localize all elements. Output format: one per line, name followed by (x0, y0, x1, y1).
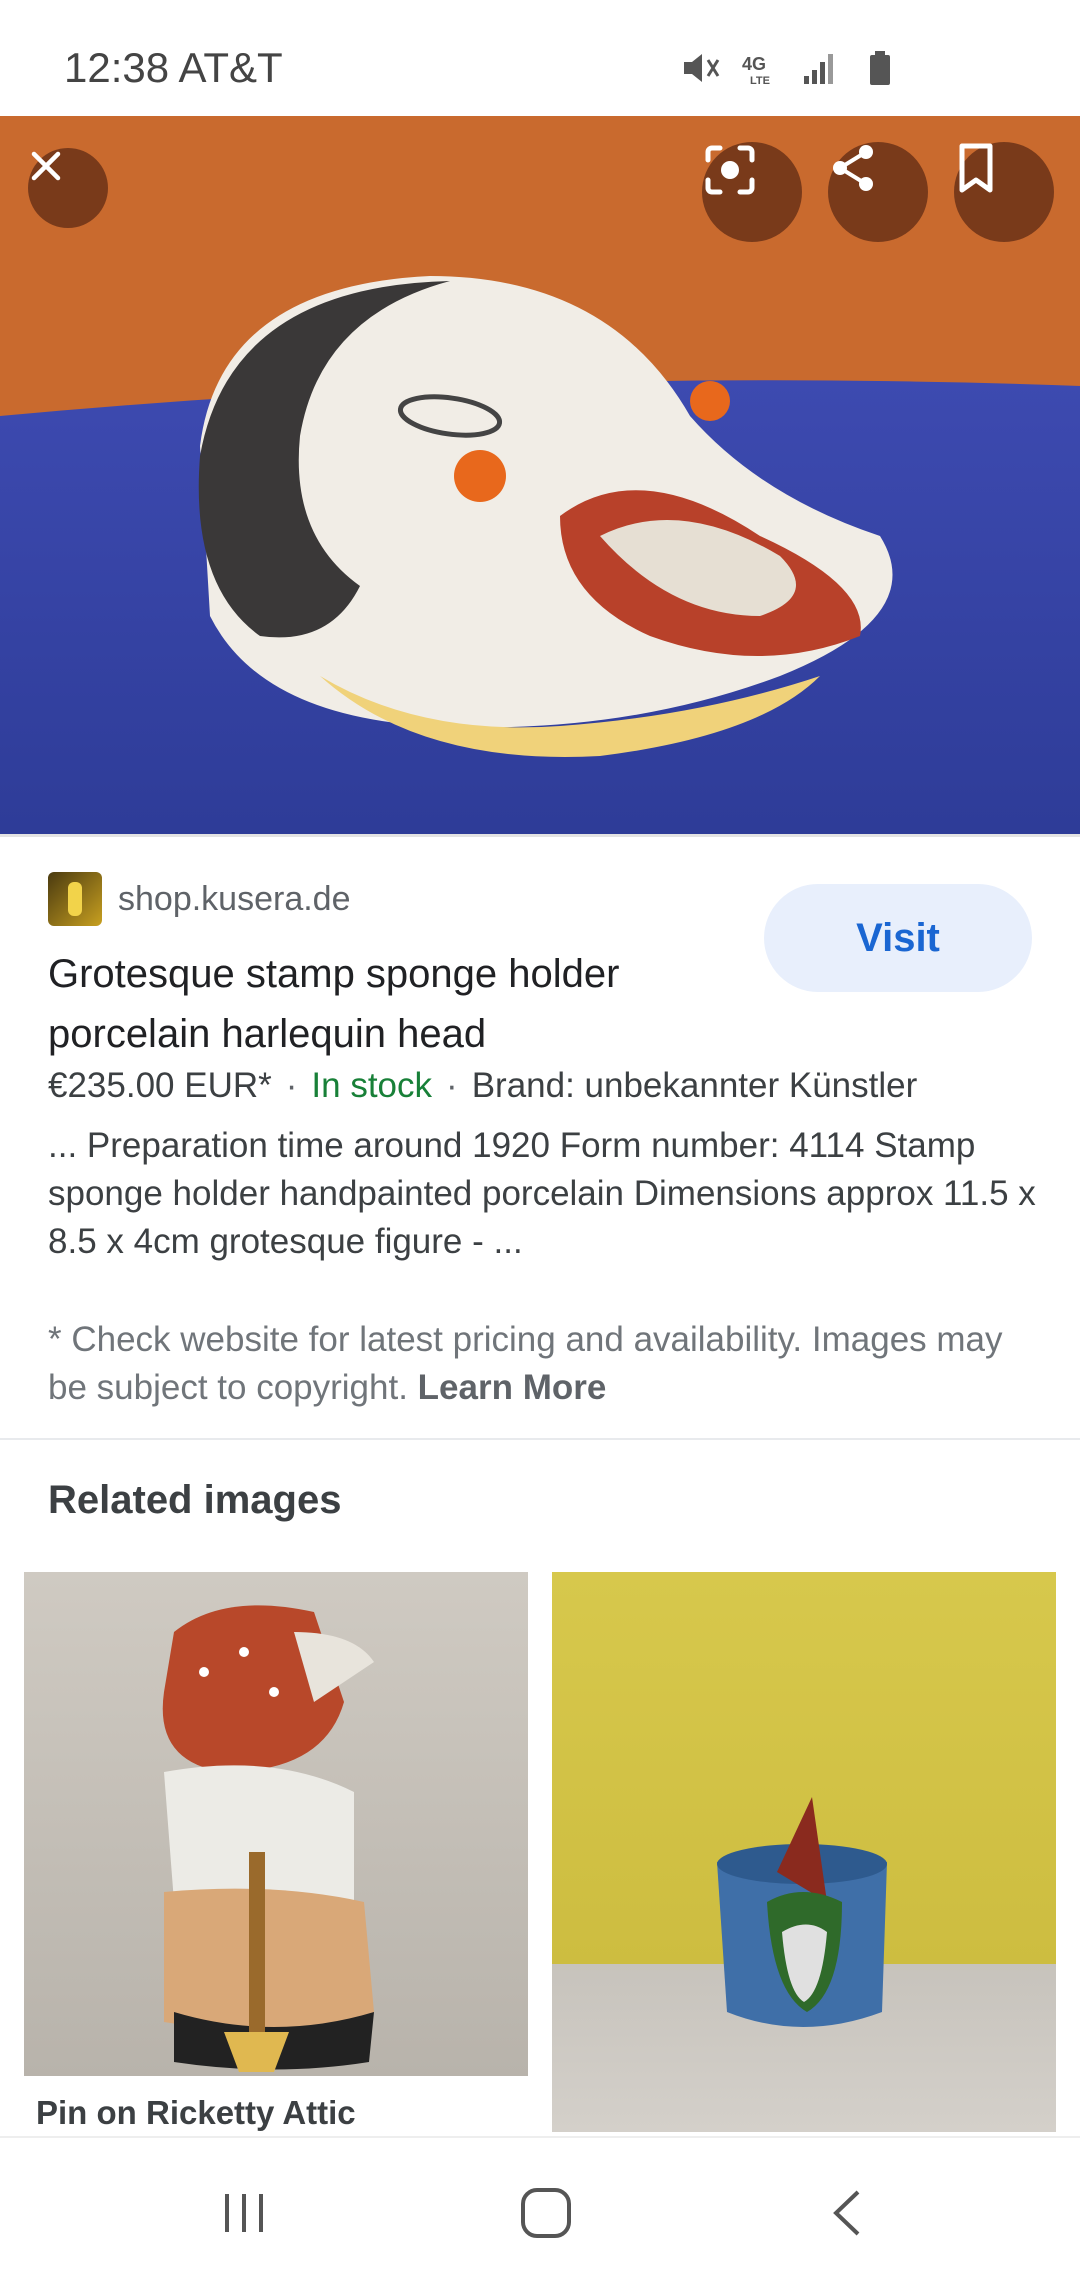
disclaimer: * Check website for latest pricing and a… (48, 1316, 1038, 1412)
related-image-1[interactable] (24, 1572, 528, 2076)
home-icon (521, 2188, 571, 2238)
lens-icon (705, 145, 755, 195)
gnome-cup-image (717, 1797, 887, 2027)
signal-icon (800, 48, 840, 88)
back-icon (833, 2190, 860, 2236)
status-bar: 12:38 AT&T 4G LTE (0, 0, 1080, 116)
battery-icon (860, 48, 900, 88)
learn-more-link[interactable]: Learn More (418, 1368, 607, 1407)
network-sub-label: LTE (750, 75, 770, 87)
separator-dot: · (285, 1066, 298, 1105)
status-icons: 4G LTE (680, 48, 900, 88)
section-divider (0, 1438, 1080, 1440)
site-favicon (48, 872, 102, 926)
system-nav-bar (0, 2136, 1080, 2282)
stock-status: In stock (311, 1066, 433, 1105)
product-meta: €235.00 EUR* · In stock · Brand: unbekannter… (48, 1066, 917, 1106)
source-row[interactable]: shop.kusera.de (48, 872, 351, 926)
recents-button[interactable] (204, 2178, 284, 2248)
home-button[interactable] (506, 2178, 586, 2248)
lens-button[interactable] (702, 142, 802, 242)
witch-figurine-image (162, 1605, 374, 2072)
close-button[interactable] (28, 148, 108, 228)
hero-divider (0, 834, 1080, 837)
back-button[interactable] (808, 2178, 888, 2248)
result-description: ... Preparation time around 1920 Form nu… (48, 1126, 1036, 1261)
network-type-icon: 4G LTE (740, 48, 780, 88)
close-icon (31, 151, 61, 181)
result-title[interactable]: Grotesque stamp sponge holder porcelain … (48, 944, 748, 1064)
brand: Brand: unbekannter Künstler (471, 1066, 918, 1105)
related-image-2[interactable] (552, 1572, 1056, 2132)
separator-dot: · (446, 1066, 458, 1105)
status-time: 12:38 AT&T (64, 44, 283, 91)
bookmark-button[interactable] (954, 142, 1054, 242)
related-image-1-caption[interactable]: Pin on Ricketty Attic (36, 2094, 356, 2132)
recents-icon (225, 2194, 263, 2232)
network-type-label: 4G (742, 54, 766, 74)
harlequin-head-image (0, 116, 1080, 834)
bookmark-icon (959, 143, 993, 193)
price: €235.00 EUR* (48, 1066, 272, 1105)
visit-button[interactable]: Visit (764, 884, 1032, 992)
related-images-heading: Related images (48, 1478, 342, 1522)
share-icon (833, 145, 873, 191)
source-domain: shop.kusera.de (118, 879, 351, 918)
share-button[interactable] (828, 142, 928, 242)
hero-image[interactable] (0, 116, 1080, 834)
mute-icon (680, 48, 720, 88)
